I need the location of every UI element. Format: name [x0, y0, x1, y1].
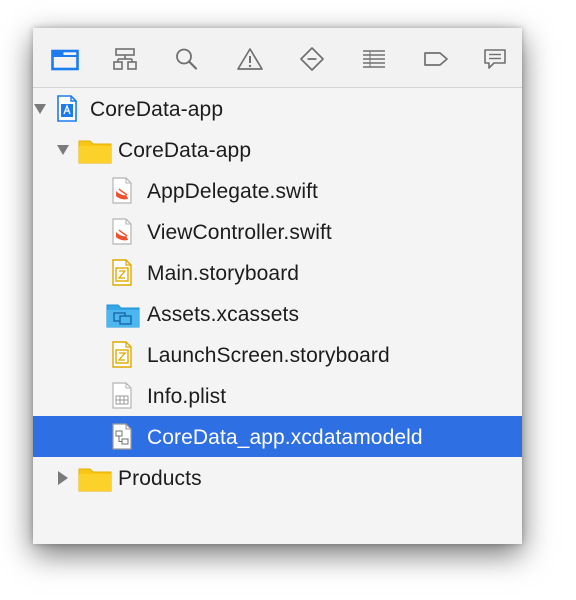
swift-file-icon [112, 218, 132, 245]
asset-catalog-folder-icon [106, 304, 140, 328]
tree-row-main-storyboard[interactable]: Main.storyboard [33, 252, 522, 293]
report-navigator-icon[interactable] [480, 45, 510, 73]
tree-item-label: CoreData-app [118, 139, 252, 162]
tree-item-label: AppDelegate.swift [147, 180, 318, 203]
tree-item-label: CoreData_app.xcdatamodeld [147, 426, 423, 449]
tree-item-label: Assets.xcassets [147, 303, 300, 326]
tree-row-info-plist[interactable]: Info.plist [33, 375, 522, 416]
folder-icon [78, 140, 112, 164]
tree-row-project[interactable]: CoreData-app [33, 88, 522, 129]
swift-file-icon [112, 177, 132, 204]
plist-file-icon [112, 382, 132, 409]
storyboard-file-icon [112, 341, 132, 368]
disclosure-triangle-expanded-icon[interactable] [33, 101, 47, 117]
issue-navigator-icon[interactable] [235, 45, 265, 73]
disclosure-triangle-collapsed-icon[interactable] [56, 470, 70, 486]
tree-item-label: LaunchScreen.storyboard [147, 344, 390, 367]
storyboard-file-icon [112, 259, 132, 286]
test-navigator-icon[interactable] [297, 45, 327, 73]
tree-item-label: Products [118, 467, 202, 490]
project-navigator-icon[interactable] [50, 45, 80, 73]
tree-row-products[interactable]: Products [33, 457, 522, 498]
xcode-navigator-window: CoreData-app CoreData-app AppDelegate.sw… [33, 28, 522, 544]
tree-item-label: CoreData-app [90, 98, 224, 121]
tree-row-launchscreen-storyboard[interactable]: LaunchScreen.storyboard [33, 334, 522, 375]
tree-row-assets-xcassets[interactable]: Assets.xcassets [33, 293, 522, 334]
navigator-selector-bar [33, 28, 522, 88]
disclosure-triangle-expanded-icon[interactable] [56, 142, 70, 158]
project-file-tree: CoreData-app CoreData-app AppDelegate.sw… [33, 88, 522, 498]
folder-icon [78, 468, 112, 492]
find-navigator-icon[interactable] [172, 45, 202, 73]
symbol-navigator-icon[interactable] [110, 45, 140, 73]
tree-item-label: Info.plist [147, 385, 227, 408]
tree-row-coredata-xcdatamodeld[interactable]: CoreData_app.xcdatamodeld [33, 416, 522, 457]
datamodel-file-icon [112, 423, 132, 450]
tree-row-viewcontroller-swift[interactable]: ViewController.swift [33, 211, 522, 252]
tree-item-label: Main.storyboard [147, 262, 300, 285]
tree-item-label: ViewController.swift [147, 221, 332, 244]
xcode-project-icon [57, 95, 77, 122]
tree-row-appdelegate-swift[interactable]: AppDelegate.swift [33, 170, 522, 211]
tree-row-group-coredata-app[interactable]: CoreData-app [33, 129, 522, 170]
debug-navigator-icon[interactable] [359, 45, 389, 73]
breakpoint-navigator-icon[interactable] [421, 45, 451, 73]
